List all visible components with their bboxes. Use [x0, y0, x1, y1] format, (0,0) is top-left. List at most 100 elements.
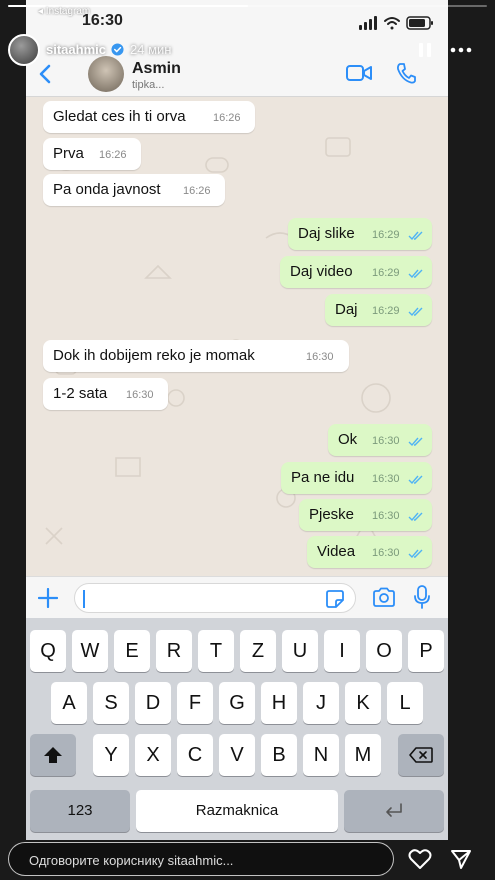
phone-call-icon[interactable] — [396, 62, 416, 84]
message-time: 16:30 — [306, 351, 334, 363]
read-ticks-icon — [408, 307, 423, 317]
chat-area[interactable]: Gledat ces ih ti orva 16:26 Prva 16:26 P… — [26, 98, 448, 576]
message-bubble-outgoing[interactable]: Ok 16:30 — [328, 424, 432, 456]
send-icon[interactable] — [450, 848, 472, 870]
key-b[interactable]: B — [261, 734, 297, 776]
message-time: 16:29 — [372, 229, 400, 241]
message-bubble-outgoing[interactable]: Daj 16:29 — [325, 294, 432, 326]
message-time: 16:30 — [372, 510, 400, 522]
key-t[interactable]: T — [198, 630, 234, 672]
story-reply-placeholder: Одговорите кориснику sitaahmic... — [29, 853, 234, 868]
key-r[interactable]: R — [156, 630, 192, 672]
message-time: 16:30 — [372, 473, 400, 485]
message-text: Pa onda javnost — [53, 181, 161, 198]
heart-icon[interactable] — [408, 848, 432, 870]
read-ticks-icon — [408, 437, 423, 447]
message-bubble-outgoing[interactable]: Pjeske 16:30 — [299, 499, 432, 531]
video-call-icon[interactable] — [346, 64, 372, 82]
key-o[interactable]: O — [366, 630, 402, 672]
key-y[interactable]: Y — [93, 734, 129, 776]
space-key[interactable]: Razmaknica — [136, 790, 338, 832]
key-j[interactable]: J — [303, 682, 339, 724]
message-bubble-incoming[interactable]: Dok ih dobijem reko je momak 16:30 — [43, 340, 349, 372]
story-author-username[interactable]: sitaahmic — [46, 42, 106, 57]
microphone-icon[interactable] — [414, 585, 430, 609]
story-timestamp: 24 мин — [130, 42, 172, 57]
message-time: 16:30 — [126, 389, 154, 401]
verified-badge-icon — [111, 43, 124, 56]
message-bubble-incoming[interactable]: Pa onda javnost 16:26 — [43, 174, 225, 206]
message-bubble-outgoing[interactable]: Daj video 16:29 — [280, 256, 432, 288]
sticker-icon[interactable] — [325, 589, 345, 609]
message-bubble-incoming[interactable]: Prva 16:26 — [43, 138, 141, 170]
contact-name[interactable]: Asmin — [132, 60, 181, 78]
back-chevron-icon[interactable] — [38, 64, 52, 84]
message-text: Pa ne idu — [291, 469, 355, 486]
backspace-key[interactable] — [398, 734, 444, 776]
whatsapp-screenshot: 16:30 Asmin tipka... Gledat ces ih ti or… — [26, 0, 448, 840]
key-p[interactable]: P — [408, 630, 444, 672]
message-text: Daj video — [290, 263, 353, 280]
shift-key[interactable] — [30, 734, 76, 776]
message-bubble-outgoing[interactable]: Videa 16:30 — [307, 536, 432, 568]
signal-icon — [359, 16, 377, 30]
key-l[interactable]: L — [387, 682, 423, 724]
contact-avatar[interactable] — [88, 56, 124, 92]
read-ticks-icon — [408, 549, 423, 559]
key-u[interactable]: U — [282, 630, 318, 672]
message-bubble-incoming[interactable]: 1-2 sata 16:30 — [43, 378, 168, 410]
numbers-key[interactable]: 123 — [30, 790, 130, 832]
message-text: Gledat ces ih ti orva — [53, 108, 186, 125]
key-f[interactable]: F — [177, 682, 213, 724]
read-ticks-icon — [408, 475, 423, 485]
message-time: 16:26 — [183, 185, 211, 197]
message-text: Videa — [317, 543, 356, 560]
text-caret — [83, 590, 85, 608]
story-author-avatar[interactable] — [8, 34, 40, 66]
story-reply-input[interactable]: Одговорите кориснику sitaahmic... — [8, 842, 394, 876]
key-z[interactable]: Z — [240, 630, 276, 672]
key-h[interactable]: H — [261, 682, 297, 724]
key-x[interactable]: X — [135, 734, 171, 776]
key-q[interactable]: Q — [30, 630, 66, 672]
pause-icon[interactable] — [418, 42, 432, 58]
key-a[interactable]: A — [51, 682, 87, 724]
message-text: Daj — [335, 301, 358, 318]
shift-arrow-icon — [44, 747, 62, 763]
key-d[interactable]: D — [135, 682, 171, 724]
message-bubble-incoming[interactable]: Gledat ces ih ti orva 16:26 — [43, 101, 255, 133]
camera-icon[interactable] — [372, 587, 396, 607]
message-time: 16:30 — [372, 435, 400, 447]
message-time: 16:26 — [213, 112, 241, 124]
key-k[interactable]: K — [345, 682, 381, 724]
key-n[interactable]: N — [303, 734, 339, 776]
status-bar-icons — [359, 16, 433, 30]
attach-plus-icon[interactable] — [38, 588, 58, 608]
message-time: 16:26 — [99, 149, 127, 161]
instagram-story: 16:30 Asmin tipka... Gledat ces ih ti or… — [0, 0, 495, 880]
key-w[interactable]: W — [72, 630, 108, 672]
key-s[interactable]: S — [93, 682, 129, 724]
key-c[interactable]: C — [177, 734, 213, 776]
more-icon[interactable] — [450, 40, 472, 60]
key-i[interactable]: I — [324, 630, 360, 672]
story-source-label[interactable]: ◂ Instagram — [38, 6, 90, 17]
contact-status: tipka... — [132, 79, 165, 91]
message-bubble-outgoing[interactable]: Pa ne idu 16:30 — [281, 462, 432, 494]
key-v[interactable]: V — [219, 734, 255, 776]
battery-icon — [406, 16, 433, 30]
message-time: 16:29 — [372, 267, 400, 279]
read-ticks-icon — [408, 231, 423, 241]
key-m[interactable]: M — [345, 734, 381, 776]
message-time: 16:30 — [372, 547, 400, 559]
wifi-icon — [384, 17, 400, 30]
return-key[interactable] — [344, 790, 444, 832]
key-g[interactable]: G — [219, 682, 255, 724]
message-input-bar — [26, 576, 448, 618]
message-text: Prva — [53, 145, 84, 162]
key-e[interactable]: E — [114, 630, 150, 672]
message-bubble-outgoing[interactable]: Daj slike 16:29 — [288, 218, 432, 250]
message-text: Ok — [338, 431, 358, 448]
backspace-icon — [409, 747, 433, 763]
message-input[interactable] — [74, 583, 356, 613]
